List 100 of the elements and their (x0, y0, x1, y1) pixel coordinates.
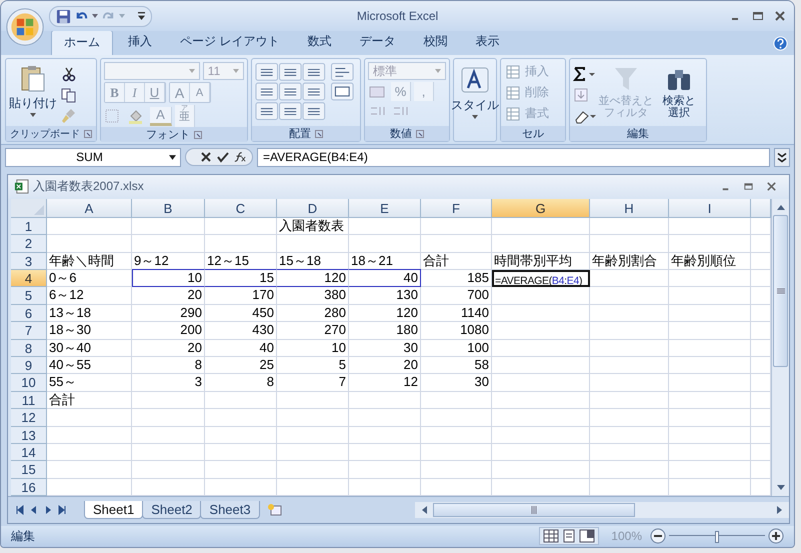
table-cell[interactable] (205, 426, 277, 444)
dropdown-icon[interactable] (92, 14, 98, 18)
row-header[interactable]: 2 (11, 235, 47, 253)
table-cell[interactable]: 40 (349, 269, 421, 288)
table-cell[interactable] (669, 357, 751, 374)
table-cell[interactable]: 180 (349, 322, 421, 340)
table-cell[interactable] (590, 287, 669, 305)
table-cell[interactable] (669, 392, 751, 410)
table-cell[interactable] (421, 426, 492, 444)
scroll-thumb[interactable] (773, 214, 788, 367)
table-cell[interactable] (277, 461, 349, 479)
table-cell[interactable]: 18～21 (349, 252, 421, 270)
table-cell[interactable] (669, 444, 751, 462)
normal-view-icon[interactable] (543, 529, 560, 544)
table-cell[interactable]: 120 (277, 269, 349, 288)
table-cell[interactable]: 20 (132, 340, 205, 358)
table-cell[interactable]: 130 (349, 287, 421, 305)
dropdown-icon[interactable] (119, 14, 125, 18)
ribbon-tab[interactable]: 挿入 (115, 29, 165, 55)
paste-button[interactable]: 貼り付け (9, 62, 57, 126)
font-name-field[interactable] (104, 62, 200, 80)
table-cell[interactable] (132, 218, 205, 236)
table-cell[interactable] (492, 409, 590, 427)
table-cell[interactable] (492, 392, 590, 410)
table-cell[interactable]: 年齢別割合 (590, 252, 669, 270)
launcher-icon[interactable] (315, 130, 323, 138)
page-layout-icon[interactable] (561, 529, 578, 544)
table-cell[interactable]: 10 (277, 340, 349, 358)
ribbon-tab[interactable]: 表示 (462, 29, 512, 55)
ribbon-tab[interactable]: 数式 (294, 29, 344, 55)
row-header[interactable]: 10 (11, 374, 47, 392)
table-cell[interactable] (421, 235, 492, 253)
table-cell[interactable] (132, 426, 205, 444)
table-cell[interactable]: 1140 (421, 304, 492, 322)
table-cell[interactable] (492, 304, 590, 322)
table-cell[interactable] (277, 392, 349, 410)
caret-icon[interactable] (169, 154, 176, 160)
table-cell[interactable]: 380 (277, 287, 349, 305)
table-cell[interactable]: 7 (277, 374, 349, 392)
table-cell[interactable] (590, 444, 669, 462)
table-cell[interactable] (669, 218, 751, 236)
restore-icon[interactable] (743, 181, 754, 192)
save-icon[interactable] (56, 8, 71, 24)
table-cell[interactable]: 年齢＼時間 (47, 252, 132, 270)
table-cell[interactable] (590, 409, 669, 427)
table-cell[interactable]: 8 (132, 357, 205, 374)
sum-icon[interactable] (573, 66, 597, 82)
help-icon[interactable] (773, 36, 788, 51)
row-header[interactable]: 7 (11, 322, 47, 340)
table-cell[interactable]: 30 (421, 374, 492, 392)
table-cell[interactable] (492, 444, 590, 462)
table-cell[interactable] (47, 426, 132, 444)
table-cell[interactable] (421, 461, 492, 479)
table-cell[interactable] (421, 444, 492, 462)
ribbon-tab[interactable]: ホーム (51, 30, 113, 55)
name-box[interactable]: SUM (5, 148, 181, 167)
table-cell[interactable]: 5 (277, 357, 349, 374)
table-cell[interactable]: 58 (421, 357, 492, 374)
table-cell[interactable] (590, 392, 669, 410)
row-header[interactable]: 4 (11, 270, 47, 288)
copy-icon[interactable] (61, 87, 77, 103)
table-cell[interactable]: 430 (205, 322, 277, 340)
column-header[interactable]: C (205, 198, 277, 218)
ribbon-tab[interactable]: ページ レイアウト (167, 29, 292, 55)
table-cell[interactable]: 185 (421, 270, 492, 288)
column-header[interactable]: A (47, 198, 132, 218)
table-cell[interactable] (205, 444, 277, 462)
table-cell[interactable] (421, 409, 492, 427)
table-cell[interactable] (669, 322, 751, 340)
row-header[interactable]: 13 (11, 426, 47, 444)
checkmark-icon[interactable] (217, 151, 229, 164)
table-cell[interactable] (421, 218, 492, 236)
table-cell[interactable] (132, 392, 205, 410)
table-cell[interactable] (590, 270, 669, 288)
table-cell[interactable] (590, 357, 669, 374)
scissors-icon[interactable] (61, 66, 77, 82)
table-cell[interactable] (669, 235, 751, 253)
table-cell[interactable] (590, 461, 669, 479)
table-cell[interactable] (47, 444, 132, 462)
launcher-icon[interactable] (84, 130, 92, 138)
table-cell[interactable] (47, 218, 132, 236)
table-cell[interactable] (205, 409, 277, 427)
table-cell[interactable] (492, 426, 590, 444)
table-cell[interactable] (669, 461, 751, 479)
table-cell[interactable] (492, 322, 590, 340)
table-cell[interactable] (205, 461, 277, 479)
table-cell[interactable]: 450 (205, 304, 277, 322)
column-header[interactable]: B (132, 198, 205, 218)
ribbon-tab[interactable]: 校閲 (410, 29, 460, 55)
table-cell[interactable] (349, 409, 421, 427)
table-cell[interactable]: 12～15 (205, 252, 277, 270)
table-cell[interactable]: 年齢別順位 (669, 252, 751, 270)
function-icon[interactable] (234, 151, 246, 164)
table-cell[interactable]: 170 (205, 287, 277, 305)
table-cell[interactable] (492, 461, 590, 479)
table-cell[interactable]: 18～30 (47, 322, 132, 340)
expand-icon[interactable] (774, 148, 790, 167)
select-all-icon[interactable] (34, 204, 44, 215)
row-header[interactable]: 12 (11, 409, 47, 427)
zoom-slider[interactable] (669, 529, 765, 544)
